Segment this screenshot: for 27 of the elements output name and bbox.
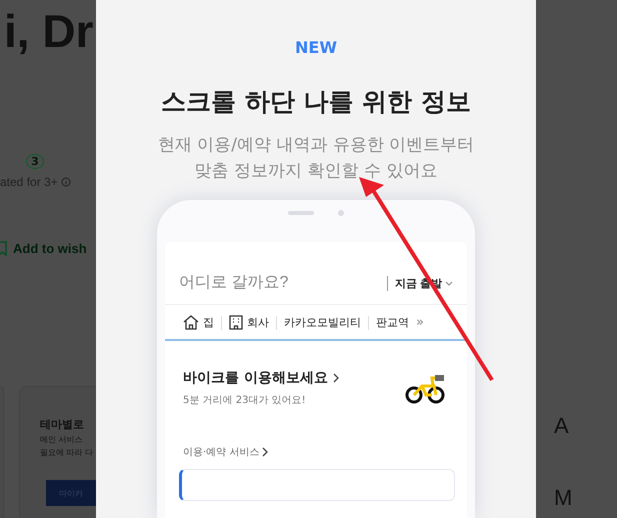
info-icon	[60, 177, 71, 187]
card-text: 메인 서비스	[40, 434, 84, 445]
chevron-icon	[332, 373, 339, 383]
bicycle-icon	[405, 372, 445, 404]
place-shortcut[interactable]: 카카오모빌리티	[284, 315, 361, 330]
section-heading: A	[554, 413, 570, 439]
chevron-icon	[262, 447, 268, 457]
app-title: i, Dr	[4, 4, 94, 58]
place-shortcut[interactable]: 판교역	[376, 315, 409, 330]
bookmark-icon	[0, 241, 8, 256]
chevron-down-icon	[445, 280, 453, 286]
modal-subtitle: 현재 이용/예약 내역과 유용한 이벤트부터 맞춤 정보까지 확인할 수 있어요	[158, 134, 474, 183]
place-shortcut[interactable]: 회사	[229, 315, 269, 330]
home-icon	[183, 315, 199, 330]
more-icon[interactable]: »	[416, 315, 424, 330]
card-title: 테마별로	[40, 417, 85, 432]
rating-badge: 3	[26, 154, 44, 169]
camera-icon	[338, 210, 344, 216]
bike-subtitle: 5분 거리에 23대가 있어요!	[183, 394, 307, 407]
building-icon	[229, 315, 243, 330]
bike-link[interactable]: 바이크를 이용해보세요	[183, 369, 339, 387]
services-link[interactable]: 이용·예약 서비스	[183, 445, 467, 459]
modal-title: 스크롤 하단 나를 위한 정보	[161, 86, 471, 118]
card-text: 필요에 따라 다	[40, 447, 94, 458]
place-shortcut[interactable]: 집	[183, 315, 214, 330]
new-label: NEW	[295, 38, 337, 57]
section-heading: M	[554, 485, 574, 511]
